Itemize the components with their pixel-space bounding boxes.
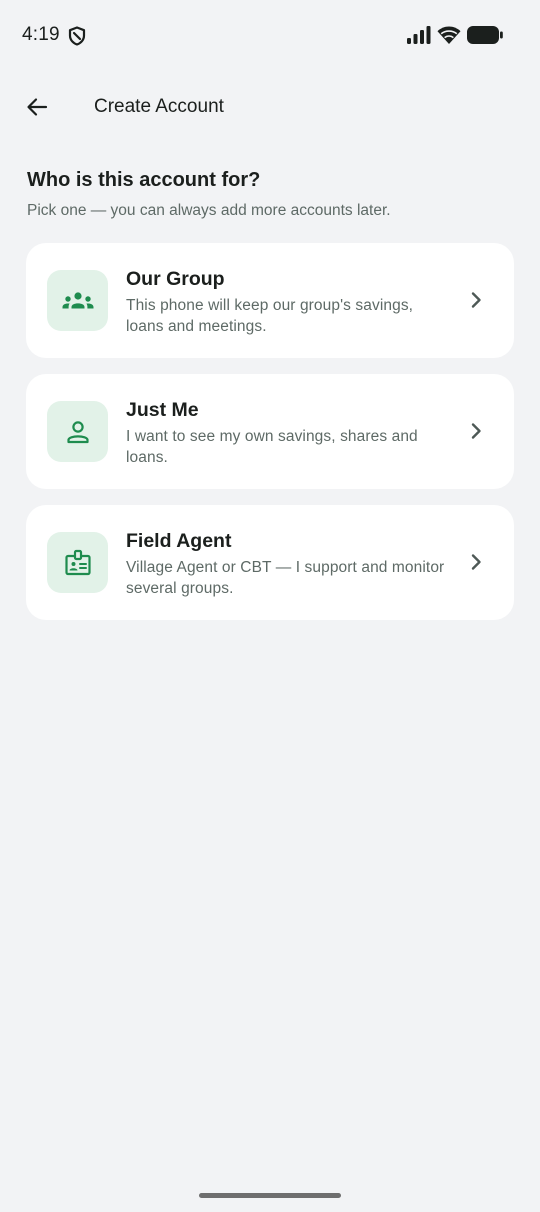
option-title: Just Me (126, 399, 199, 421)
group-icon (62, 291, 93, 308)
wifi-icon (437, 26, 461, 44)
chevron-right-icon (471, 554, 481, 570)
chevron-right-icon (471, 423, 481, 439)
option-description: This phone will keep our group's savings… (126, 297, 414, 335)
option-description: Village Agent or CBT — I support and mon… (126, 559, 445, 597)
badge-icon (64, 549, 91, 575)
app-bar: Create Account (0, 80, 540, 136)
battery-icon (467, 26, 503, 44)
chevron-right-icon (471, 292, 481, 308)
option-field-agent[interactable]: Field Agent Village Agent or CBT — I sup… (26, 505, 514, 620)
icon-tile (47, 270, 108, 331)
status-time: 4:19 (22, 24, 60, 45)
section-subtext: Pick one — you can always add more accou… (27, 202, 391, 219)
icon-tile (47, 401, 108, 462)
back-button[interactable] (14, 84, 60, 130)
person-icon (66, 420, 89, 443)
home-indicator[interactable] (199, 1193, 341, 1198)
option-our-group[interactable]: Our Group This phone will keep our group… (26, 243, 514, 358)
signal-icon (407, 26, 431, 44)
option-title: Our Group (126, 268, 225, 290)
option-just-me[interactable]: Just Me I want to see my own savings, sh… (26, 374, 514, 489)
status-bar: 4:19 (0, 0, 540, 70)
option-description: I want to see my own savings, shares and… (126, 428, 418, 466)
icon-tile (47, 532, 108, 593)
section-heading: Who is this account for? (27, 169, 261, 191)
account-type-list: Our Group This phone will keep our group… (26, 243, 514, 636)
page-title: Create Account (94, 96, 224, 117)
arrow-left-icon (27, 98, 48, 116)
option-title: Field Agent (126, 530, 232, 552)
shield-icon (68, 26, 86, 46)
